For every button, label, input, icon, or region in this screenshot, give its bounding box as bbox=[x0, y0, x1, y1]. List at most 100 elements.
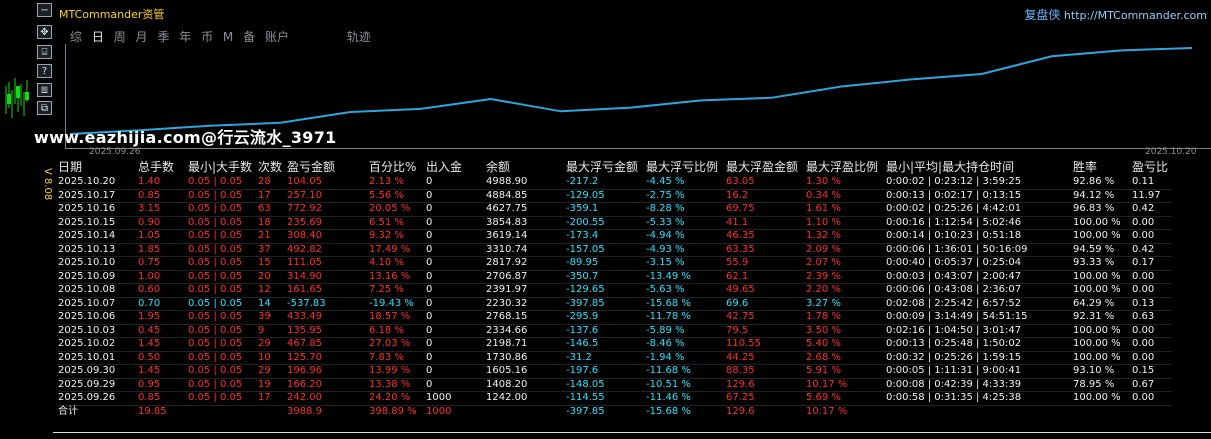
cell-min-max-lots: 0.05 | 0.05 bbox=[188, 364, 258, 379]
tab-trajectory[interactable]: 轨迹 bbox=[347, 28, 371, 45]
cell-max-float-loss-pct: -5.63 % bbox=[646, 283, 726, 298]
cell-hold-time: 0:00:08 | 0:42:39 | 4:33:39 bbox=[886, 378, 1073, 392]
brand[interactable]: 复盘侠 http://MTCommander.com bbox=[1024, 6, 1207, 23]
table-row: 2025.10.15 0.90 0.05 | 0.05 18 235.69 6.51 % 0… bbox=[58, 216, 1172, 230]
cell-max-float-profit-pct: 2.09 % bbox=[806, 243, 886, 257]
tab-currency[interactable]: 币 bbox=[201, 28, 213, 45]
cell-max-float-profit: 16.2 bbox=[726, 189, 806, 203]
cell-count: 29 bbox=[258, 337, 287, 352]
cell-deposit: 0 bbox=[426, 324, 486, 338]
cell-min-max-lots: 0.05 | 0.05 bbox=[188, 337, 258, 352]
cell-deposit: 1000 bbox=[426, 391, 486, 406]
cell-balance: 3854.83 bbox=[486, 216, 566, 230]
table-row: 2025.10.09 1.00 0.05 | 0.05 20 314.90 13.16 %… bbox=[58, 270, 1172, 284]
cell-total-lots: 1.40 bbox=[138, 176, 188, 190]
header-max-float-loss-pct: 最大浮亏比例 bbox=[646, 160, 719, 175]
tab-day[interactable]: 日 bbox=[92, 28, 104, 45]
cell-max-float-profit-pct: 1.30 % bbox=[806, 176, 886, 190]
menu-button[interactable]: ≣ bbox=[37, 83, 52, 97]
cell-percent: 2.13 % bbox=[369, 176, 426, 190]
total-lots: 19.85 bbox=[138, 404, 188, 418]
cell-pl-ratio: 0.67 bbox=[1132, 378, 1172, 392]
cell-max-float-profit: 129.6 bbox=[726, 378, 806, 392]
move-button[interactable]: ✥ bbox=[37, 25, 52, 39]
cell-deposit: 0 bbox=[426, 364, 486, 379]
table-row: 2025.10.20 1.40 0.05 | 0.05 28 104.05 2.13 % 0… bbox=[58, 176, 1172, 190]
cell-hold-time: 0:00:06 | 0:43:08 | 2:36:07 bbox=[886, 283, 1073, 298]
cell-balance: 1408.20 bbox=[486, 378, 566, 392]
help-button[interactable]: ? bbox=[37, 64, 52, 78]
cell-max-float-loss: -350.7 bbox=[566, 270, 646, 284]
total-deposit: 1000 bbox=[426, 404, 486, 418]
watermark: www.eazhijia.com@行云流水_3971 bbox=[34, 128, 337, 147]
tab-month[interactable]: 月 bbox=[136, 28, 148, 45]
cell-win-rate: 96.83 % bbox=[1073, 202, 1132, 217]
cell-count: 19 bbox=[258, 378, 287, 392]
table-row: 2025.10.02 1.45 0.05 | 0.05 29 467.85 27.03 %… bbox=[58, 337, 1172, 352]
cell-deposit: 0 bbox=[426, 337, 486, 352]
cell-date: 2025.10.07 bbox=[58, 297, 138, 311]
cell-max-float-loss-pct: -10.51 % bbox=[646, 378, 726, 392]
tab-overview[interactable]: 综 bbox=[70, 28, 82, 45]
cell-max-float-loss: -397.85 bbox=[566, 297, 646, 311]
cell-date: 2025.10.10 bbox=[58, 256, 138, 271]
cell-hold-time: 0:00:03 | 0:43:07 | 2:00:47 bbox=[886, 270, 1073, 284]
tab-notes[interactable]: 备 bbox=[243, 28, 255, 45]
cell-max-float-loss: -114.55 bbox=[566, 391, 646, 406]
cell-win-rate: 100.00 % bbox=[1073, 270, 1132, 284]
cell-date: 2025.10.17 bbox=[58, 189, 138, 203]
cell-profit: 467.85 bbox=[287, 337, 369, 352]
total-max-float-loss: -397.85 bbox=[566, 404, 646, 418]
cell-percent: 24.20 % bbox=[369, 391, 426, 406]
cell-profit: 308.40 bbox=[287, 229, 369, 244]
cell-balance: 1242.00 bbox=[486, 391, 566, 406]
cell-max-float-profit-pct: 1.10 % bbox=[806, 216, 886, 230]
cell-pl-ratio: 0.00 bbox=[1132, 391, 1172, 406]
brand-url[interactable]: http://MTCommander.com bbox=[1064, 9, 1207, 22]
tab-magic[interactable]: M bbox=[223, 30, 233, 44]
cell-profit: 314.90 bbox=[287, 270, 369, 284]
cell-pl-ratio: 0.15 bbox=[1132, 364, 1172, 379]
cell-min-max-lots: 0.05 | 0.05 bbox=[188, 297, 258, 311]
cell-max-float-profit: 67.25 bbox=[726, 391, 806, 406]
cell-profit: 492.82 bbox=[287, 243, 369, 257]
cell-hold-time: 0:00:05 | 1:11:31 | 9:00:41 bbox=[886, 364, 1073, 379]
tab-week[interactable]: 周 bbox=[114, 28, 126, 45]
cell-total-lots: 3.15 bbox=[138, 202, 188, 217]
cell-win-rate: 100.00 % bbox=[1073, 216, 1132, 230]
cell-max-float-profit: 63.35 bbox=[726, 243, 806, 257]
cell-max-float-loss: -217.2 bbox=[566, 176, 646, 190]
cell-profit: 196.96 bbox=[287, 364, 369, 379]
minimize-button[interactable]: − bbox=[37, 3, 52, 17]
cell-max-float-loss: -173.4 bbox=[566, 229, 646, 244]
header-min-max-lots: 最小|大手数 bbox=[188, 160, 253, 175]
cell-balance: 1730.86 bbox=[486, 351, 566, 365]
cell-balance: 3619.14 bbox=[486, 229, 566, 244]
cell-hold-time: 0:00:40 | 0:05:37 | 0:25:04 bbox=[886, 256, 1073, 271]
cell-max-float-loss: -200.55 bbox=[566, 216, 646, 230]
cell-count: 12 bbox=[258, 283, 287, 298]
cell-pl-ratio: 0.42 bbox=[1132, 243, 1172, 257]
tab-account[interactable]: 账户 bbox=[265, 28, 289, 45]
notes-button[interactable]: ⌸ bbox=[37, 45, 52, 59]
window-button[interactable]: ⧉ bbox=[37, 101, 52, 115]
cell-min-max-lots: 0.05 | 0.05 bbox=[188, 310, 258, 325]
cell-balance: 2198.71 bbox=[486, 337, 566, 352]
cell-count: 9 bbox=[258, 324, 287, 338]
header-win-rate: 胜率 bbox=[1073, 160, 1098, 175]
header-total-lots: 总手数 bbox=[138, 160, 175, 175]
table-row: 2025.10.07 0.70 0.05 | 0.05 14 -537.83 -19.43… bbox=[58, 297, 1172, 311]
cell-total-lots: 0.45 bbox=[138, 324, 188, 338]
cell-max-float-loss-pct: -15.68 % bbox=[646, 297, 726, 311]
cell-total-lots: 1.95 bbox=[138, 310, 188, 325]
cell-deposit: 0 bbox=[426, 283, 486, 298]
cell-total-lots: 1.45 bbox=[138, 364, 188, 379]
cell-deposit: 0 bbox=[426, 243, 486, 257]
table-row: 2025.10.10 0.75 0.05 | 0.05 15 111.05 4.10 % 0… bbox=[58, 256, 1172, 271]
cell-deposit: 0 bbox=[426, 202, 486, 217]
cell-deposit: 0 bbox=[426, 256, 486, 271]
tab-year[interactable]: 年 bbox=[179, 28, 191, 45]
cell-max-float-loss: -89.95 bbox=[566, 256, 646, 271]
cell-pl-ratio: 0.63 bbox=[1132, 310, 1172, 325]
tab-quarter[interactable]: 季 bbox=[157, 28, 169, 45]
